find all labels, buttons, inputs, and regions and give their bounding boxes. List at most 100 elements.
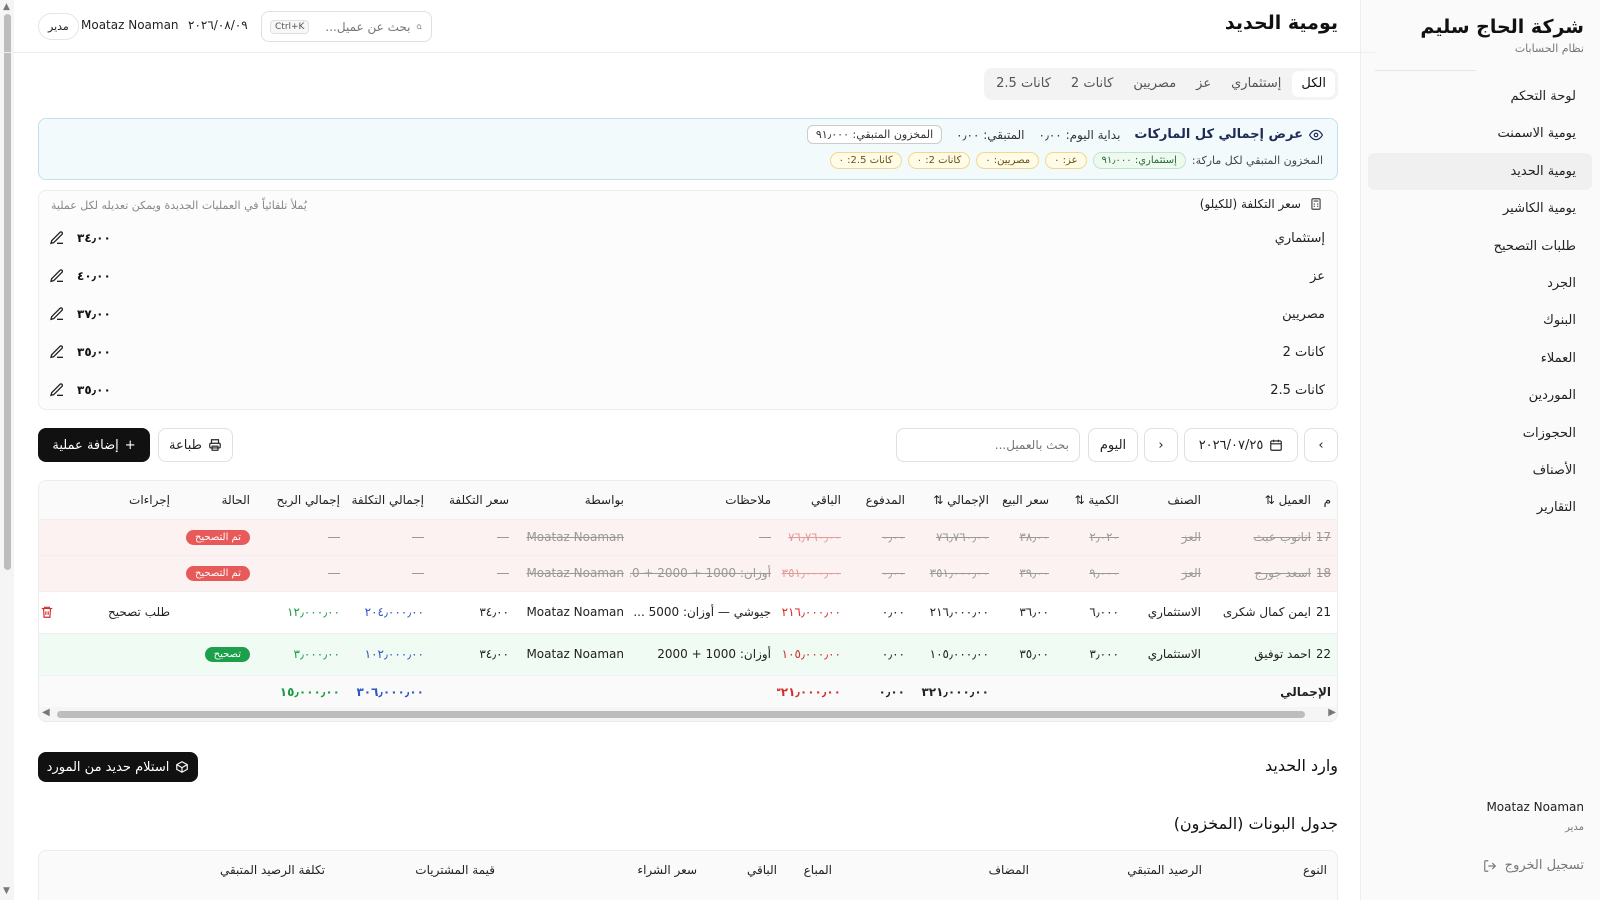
- table-row[interactable]: 17 انانوب عبث العز ٢٫٠٢٠ ٣٨٫٠٠ ٧٦٫٧٦٠٫٠٠…: [39, 519, 1337, 556]
- table-row[interactable]: 22 احمد توفيق الاستثماري ٣٫٠٠٠ ٣٥٫٠٠ ١٠٥…: [39, 633, 1337, 676]
- edit-icon[interactable]: [49, 268, 65, 284]
- scroll-down-arrow-icon[interactable]: ▼: [3, 886, 10, 896]
- print-button[interactable]: طباعة: [158, 428, 233, 462]
- totals-empty: [995, 675, 1055, 710]
- cell-notes: جيوشي — أوزان: 5000 ...: [630, 591, 777, 634]
- sidebar-item-cashier-journal[interactable]: يومية الكاشير: [1368, 190, 1592, 227]
- sidebar-item-items[interactable]: الأصناف: [1368, 452, 1592, 489]
- status-badge[interactable]: تصحيح: [204, 647, 250, 662]
- page-scrollbar[interactable]: ▲ ▼: [0, 0, 14, 900]
- totals-empty: [515, 675, 630, 710]
- sidebar-item-suppliers[interactable]: الموردين: [1368, 377, 1592, 414]
- search-icon: [417, 24, 423, 29]
- edit-icon[interactable]: [49, 344, 65, 360]
- search-input[interactable]: [315, 19, 411, 34]
- sidebar-nav: لوحة التحكم يومية الاسمنت يومية الحديد ي…: [1368, 78, 1592, 527]
- sidebar-item-inventory[interactable]: الجرد: [1368, 265, 1592, 302]
- tab-kanat-2[interactable]: كانات 2: [1062, 71, 1122, 97]
- cell-paid: ٠٫٠٠: [847, 591, 911, 634]
- remaining-stock-badge: المخزون المتبقي: ٩١٫٠٠٠: [806, 125, 943, 144]
- cost-value-group: ٣٥٫٠٠: [49, 382, 111, 398]
- summary-row: عرض إجمالي كل الماركات بداية اليوم: ٠٫٠٠…: [806, 125, 1323, 144]
- trash-icon[interactable]: [40, 605, 54, 619]
- col-header-quantity-label: الكمية: [1088, 492, 1119, 507]
- table-row[interactable]: 21 ايمن كمال شكرى الاستثماري ٦٫٠٠٠ ٣٦٫٠٠…: [39, 591, 1337, 634]
- sort-icon[interactable]: ⇅: [933, 493, 943, 507]
- date-picker[interactable]: ٢٠٢٦/٠٧/٢٥: [1184, 428, 1298, 462]
- request-correction-link[interactable]: طلب تصحيح: [108, 605, 170, 619]
- logout-button[interactable]: تسجيل الخروج: [1483, 858, 1584, 873]
- sidebar-item-dashboard[interactable]: لوحة التحكم: [1368, 78, 1592, 115]
- totals-empty: [39, 675, 176, 710]
- tab-masreyeen[interactable]: مصريين: [1124, 71, 1185, 97]
- totals-paid: ٠٫٠٠: [847, 675, 911, 710]
- cell-by: Moataz Noaman: [515, 591, 630, 634]
- cell-total: ٧٦٫٧٦٠٫٠٠: [911, 519, 995, 556]
- totals-row: الإجمالي ٣٢١٫٠٠٠٫٠٠ ٠٫٠٠ ٣٢١٫٠٠٠٫٠٠ ٣٠٦٫…: [39, 675, 1337, 710]
- col-header-client[interactable]: العميل ⇅: [1207, 481, 1317, 520]
- edit-icon[interactable]: [49, 306, 65, 322]
- cell-remaining: ١٠٥٫٠٠٠٫٠٠: [777, 633, 847, 676]
- sort-icon[interactable]: ⇅: [1265, 493, 1275, 507]
- col-header-sale-price: سعر البيع: [995, 481, 1055, 520]
- sidebar-item-correction-requests[interactable]: طلبات التصحيح: [1368, 228, 1592, 265]
- inv-col-purchase-price: سعر الشراء: [637, 863, 697, 877]
- chevron-right-icon: ›: [1318, 437, 1324, 453]
- scroll-left-arrow-icon[interactable]: ◀: [42, 707, 50, 718]
- cell-total-cost: ١٠٢٫٠٠٠٫٠٠: [346, 633, 430, 676]
- prev-day-button[interactable]: ‹: [1144, 428, 1178, 462]
- tab-ezz[interactable]: عز: [1187, 71, 1220, 97]
- global-search[interactable]: Ctrl+K: [261, 11, 432, 42]
- cell-profit: ١٢٫٠٠٠٫٠٠: [256, 591, 346, 634]
- main-content: يومية الحديد مدير Moataz Noaman ٢٠٢٦/٠٨/…: [0, 0, 1376, 900]
- cost-value: ٤٠٫٠٠: [77, 269, 111, 283]
- cell-cost-price: —: [430, 555, 515, 592]
- sidebar-item-iron-journal[interactable]: يومية الحديد: [1368, 152, 1592, 191]
- cell-actions: [39, 633, 176, 676]
- eye-icon: [1309, 129, 1323, 140]
- sidebar-item-cement-journal[interactable]: يومية الاسمنت: [1368, 115, 1592, 152]
- cost-value: ٣٥٫٠٠: [77, 345, 111, 359]
- inv-col-remaining: الباقي: [746, 863, 777, 877]
- inv-col-added: المضاف: [988, 863, 1029, 877]
- table-row[interactable]: 18 اسعد جورج العز ٩٫٠٠٠ ٣٩٫٠٠ ٣٥١٫٠٠٠٫٠٠…: [39, 555, 1337, 592]
- client-search-input[interactable]: [896, 428, 1080, 462]
- edit-icon[interactable]: [49, 230, 65, 246]
- cost-value-group: ٣٧٫٠٠: [49, 306, 111, 322]
- brand-chip-masreyeen: مصريين: ٠: [976, 152, 1040, 169]
- col-header-total[interactable]: الإجمالي ⇅: [911, 481, 995, 520]
- cell-cost-price: ٣٤٫٠٠: [430, 591, 515, 634]
- receive-iron-button[interactable]: استلام حديد من المورد: [38, 752, 198, 782]
- sidebar-item-reports[interactable]: التقارير: [1368, 489, 1592, 526]
- today-button[interactable]: اليوم: [1088, 428, 1138, 462]
- add-operation-button[interactable]: + إضافة عملية: [38, 428, 150, 462]
- table-horizontal-scrollbar[interactable]: ◀ ▶: [39, 707, 1337, 721]
- inventory-table: النوع الرصيد المتبقي المضاف المباع الباق…: [38, 850, 1338, 900]
- edit-icon[interactable]: [49, 382, 65, 398]
- topbar: يومية الحديد مدير Moataz Noaman ٢٠٢٦/٠٨/…: [0, 0, 1376, 53]
- summary-title[interactable]: عرض إجمالي كل الماركات: [1134, 127, 1323, 142]
- status-badge: تم التصحيح: [185, 566, 250, 581]
- cell-notes: —: [630, 519, 777, 556]
- col-header-quantity[interactable]: الكمية ⇅: [1055, 481, 1125, 520]
- sidebar-item-clients[interactable]: العملاء: [1368, 340, 1592, 377]
- cell-total-cost: —: [346, 519, 430, 556]
- sidebar-item-banks[interactable]: البنوك: [1368, 302, 1592, 339]
- sidebar-item-reservations[interactable]: الحجوزات: [1368, 415, 1592, 452]
- table-scroll-thumb[interactable]: [57, 711, 1305, 718]
- operations-toolbar: › ٢٠٢٦/٠٧/٢٥ ‹ اليوم طباعة + إضافة عملية: [38, 428, 1338, 464]
- receive-iron-label: استلام حديد من المورد: [46, 759, 170, 775]
- brand-chip-ezz: عز: ٠: [1045, 152, 1087, 169]
- cost-row: مصريين ٣٧٫٠٠: [49, 295, 1325, 333]
- cell-sale-price: ٣٨٫٠٠: [995, 519, 1055, 556]
- cost-panel-title: سعر التكلفة (للكيلو): [1199, 197, 1301, 211]
- sidebar-divider: [1375, 70, 1476, 71]
- scroll-thumb[interactable]: [4, 14, 11, 570]
- tab-investment[interactable]: إستثماري: [1222, 71, 1290, 97]
- tab-all[interactable]: الكل: [1292, 71, 1335, 97]
- sort-icon[interactable]: ⇅: [1075, 493, 1085, 507]
- next-day-button[interactable]: ›: [1304, 428, 1338, 462]
- cell-cost-price: —: [430, 519, 515, 556]
- scroll-right-arrow-icon[interactable]: ▶: [1328, 707, 1336, 718]
- tab-kanat-2-5[interactable]: كانات 2.5: [987, 71, 1060, 97]
